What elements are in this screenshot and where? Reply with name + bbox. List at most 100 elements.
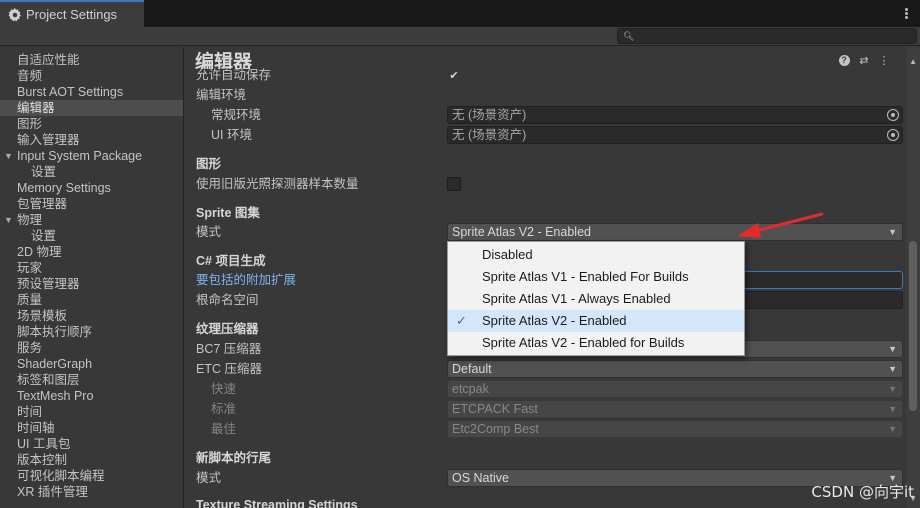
nav-item-label: 质量: [17, 293, 43, 307]
nav-item-input-system-package[interactable]: ▼ Input System Package: [0, 148, 183, 164]
nav-item-graphics[interactable]: 图形: [0, 116, 183, 132]
nav-item-label: 场景模板: [17, 309, 68, 323]
field-value: 无 (场景资产): [452, 108, 527, 122]
nav-item-audio[interactable]: 音频: [0, 68, 183, 84]
graphics-section-title: 图形: [196, 157, 222, 171]
nav-item-adaptive-performance[interactable]: 自适应性能: [0, 52, 183, 68]
scroll-up-icon[interactable]: ▲: [909, 57, 917, 66]
extensions-label: 要包括的附加扩展: [196, 273, 297, 287]
nav-item-services[interactable]: 服务: [0, 340, 183, 356]
chevron-down-icon: ▼: [888, 424, 897, 434]
texture-streaming-section-title: Texture Streaming Settings: [196, 498, 358, 508]
nav-item-physics[interactable]: ▼ 物理: [0, 212, 183, 228]
csharp-section-title: C# 项目生成: [196, 254, 266, 268]
ui-env-field[interactable]: 无 (场景资产): [447, 126, 903, 144]
nav-item-label: 可视化脚本编程: [17, 469, 105, 483]
presets-icon[interactable]: ⇄: [858, 54, 870, 67]
chevron-down-icon: ▼: [888, 227, 897, 237]
nav-item-input-manager[interactable]: 输入管理器: [0, 132, 183, 148]
popup-option-v1-builds[interactable]: Sprite Atlas V1 - Enabled For Builds: [448, 266, 744, 288]
nav-item-input-settings[interactable]: 设置: [0, 164, 183, 180]
dropdown-value: Etc2Comp Best: [452, 422, 539, 436]
option-label: Sprite Atlas V1 - Enabled For Builds: [482, 269, 689, 284]
nav-item-label: 输入管理器: [17, 133, 80, 147]
dropdown-value: Sprite Atlas V2 - Enabled: [452, 225, 591, 239]
bc7-label: BC7 压缩器: [196, 342, 262, 356]
nav-item-memory-settings[interactable]: Memory Settings: [0, 180, 183, 196]
etc-fast-dropdown: etcpak ▼: [447, 380, 903, 398]
nav-item-label: 设置: [31, 229, 57, 243]
nav-item-xr-plugin[interactable]: XR 插件管理: [0, 484, 183, 500]
nav-item-label: 物理: [17, 213, 43, 227]
nav-item-scene-template[interactable]: 场景模板: [0, 308, 183, 324]
auto-save-label: 允许自动保存: [196, 68, 272, 82]
nav-item-version-control[interactable]: 版本控制: [0, 452, 183, 468]
nav-item-physics-2d[interactable]: 2D 物理: [0, 244, 183, 260]
object-picker-icon[interactable]: [887, 109, 899, 121]
popup-option-v2-builds[interactable]: Sprite Atlas V2 - Enabled for Builds: [448, 332, 744, 354]
gear-icon: [8, 7, 21, 21]
popup-option-v1-always[interactable]: Sprite Atlas V1 - Always Enabled: [448, 288, 744, 310]
more-menu-icon[interactable]: [900, 7, 912, 19]
vertical-scrollbar[interactable]: ▲ ▼: [906, 47, 920, 508]
nav-item-visual-scripting[interactable]: 可视化脚本编程: [0, 468, 183, 484]
foldout-down-icon[interactable]: ▼: [4, 148, 13, 164]
chevron-down-icon: ▼: [888, 404, 897, 414]
legacy-probe-checkbox[interactable]: [447, 177, 461, 191]
nav-item-shadergraph[interactable]: ShaderGraph: [0, 356, 183, 372]
sprite-section-title: Sprite 图集: [196, 206, 260, 220]
nav-item-script-execution-order[interactable]: 脚本执行顺序: [0, 324, 183, 340]
nav-item-timeline[interactable]: 时间轴: [0, 420, 183, 436]
settings-nav: 自适应性能 音频 Burst AOT Settings 编辑器 图形 输入管理器…: [0, 47, 184, 508]
nav-item-label: 玩家: [17, 261, 43, 275]
nav-item-preset-manager[interactable]: 预设管理器: [0, 276, 183, 292]
nav-item-textmesh-pro[interactable]: TextMesh Pro: [0, 388, 183, 404]
nav-item-quality[interactable]: 质量: [0, 292, 183, 308]
scrollbar-thumb[interactable]: [909, 241, 917, 411]
nav-item-physics-settings[interactable]: 设置: [0, 228, 183, 244]
tab-title: Project Settings: [26, 7, 118, 22]
sprite-mode-dropdown[interactable]: Sprite Atlas V2 - Enabled ▼: [447, 223, 903, 241]
search-input[interactable]: 🔍︎: [617, 28, 917, 44]
nav-item-tags-layers[interactable]: 标签和图层: [0, 372, 183, 388]
auto-save-checkbox[interactable]: ✔: [447, 70, 461, 84]
nav-item-label: 标签和图层: [17, 373, 80, 387]
nav-item-package-manager[interactable]: 包管理器: [0, 196, 183, 212]
option-label: Sprite Atlas V2 - Enabled for Builds: [482, 335, 685, 350]
nav-item-label: 预设管理器: [17, 277, 80, 291]
nav-item-time[interactable]: 时间: [0, 404, 183, 420]
etc-fast-label: 快速: [211, 382, 237, 396]
nav-item-label: 2D 物理: [17, 245, 62, 259]
nav-item-player[interactable]: 玩家: [0, 260, 183, 276]
popup-option-disabled[interactable]: Disabled: [448, 244, 744, 266]
root-namespace-label: 根命名空间: [196, 293, 259, 307]
nav-item-label: 版本控制: [17, 453, 68, 467]
sprite-mode-label: 模式: [196, 225, 222, 239]
nav-item-label: Input System Package: [17, 149, 143, 163]
object-picker-icon[interactable]: [887, 129, 899, 141]
nav-item-editor[interactable]: 编辑器: [0, 100, 183, 116]
edit-env-label: 编辑环境: [196, 88, 247, 102]
nav-item-label: 设置: [31, 165, 57, 179]
nav-item-label: Memory Settings: [17, 181, 111, 195]
tab-project-settings[interactable]: Project Settings: [0, 0, 144, 27]
nav-item-burst[interactable]: Burst AOT Settings: [0, 84, 183, 100]
etc-normal-dropdown: ETCPACK Fast ▼: [447, 400, 903, 418]
dropdown-value: OS Native: [452, 471, 509, 485]
etc-normal-label: 标准: [211, 402, 237, 416]
ui-env-label: UI 环境: [211, 128, 252, 142]
chevron-down-icon: ▼: [888, 384, 897, 394]
etc-best-label: 最佳: [211, 422, 237, 436]
nav-item-label: TextMesh Pro: [17, 389, 94, 403]
help-glyph: ?: [838, 54, 850, 66]
header-icons: ? ⇄ ⋮: [838, 54, 890, 67]
general-env-field[interactable]: 无 (场景资产): [447, 106, 903, 124]
help-icon[interactable]: ?: [838, 54, 850, 66]
foldout-down-icon[interactable]: ▼: [4, 212, 13, 228]
sprite-mode-popup-menu: Disabled Sprite Atlas V1 - Enabled For B…: [447, 241, 745, 356]
nav-item-ui-toolkit[interactable]: UI 工具包: [0, 436, 183, 452]
kebab-menu-icon[interactable]: ⋮: [878, 54, 890, 67]
chevron-down-icon: ▼: [888, 344, 897, 354]
etc-dropdown[interactable]: Default ▼: [447, 360, 903, 378]
popup-option-v2-enabled[interactable]: ✓ Sprite Atlas V2 - Enabled: [448, 310, 744, 332]
